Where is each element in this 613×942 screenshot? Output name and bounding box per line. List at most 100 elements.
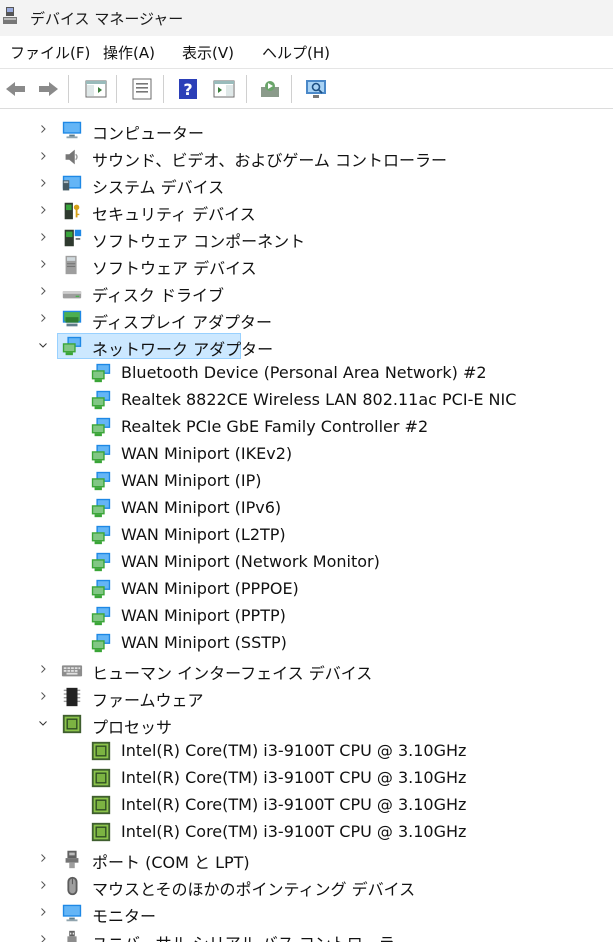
tree-category-label: ソフトウェア デバイス — [92, 259, 257, 278]
tree-device[interactable]: WAN Miniport (PPPOE) — [0, 576, 613, 603]
menu-view[interactable]: 表示(V) — [182, 42, 234, 63]
expand-chevron-icon[interactable] — [37, 229, 49, 245]
monitor-icon — [62, 904, 82, 922]
expand-chevron-icon[interactable] — [37, 661, 49, 677]
tree-category[interactable]: システム デバイス — [0, 171, 613, 198]
tree-category[interactable]: ユニバーサル シリアル バス コントローラー — [0, 927, 613, 942]
toolbar-separator — [246, 75, 247, 103]
network-adapter-icon — [91, 390, 111, 410]
properties-icon[interactable] — [130, 77, 154, 101]
tree-category[interactable]: セキュリティ デバイス — [0, 198, 613, 225]
device-tree: コンピューターサウンド、ビデオ、およびゲーム コントローラー システム デバイスセ… — [0, 117, 613, 942]
tree-category-label: サウンド、ビデオ、およびゲーム コントローラー — [92, 151, 448, 170]
tree-category[interactable]: モニター — [0, 900, 613, 927]
tree-device[interactable]: WAN Miniport (L2TP) — [0, 522, 613, 549]
tree-device[interactable]: Intel(R) Core(TM) i3-9100T CPU @ 3.10GHz — [0, 738, 613, 765]
network-adapter-icon — [91, 498, 111, 518]
expand-chevron-icon[interactable] — [37, 283, 49, 299]
network-adapter-icon — [91, 363, 111, 383]
disk-drive-icon — [62, 291, 82, 299]
expand-chevron-icon[interactable] — [37, 202, 49, 218]
security-key-icon — [64, 202, 80, 220]
tree-device[interactable]: WAN Miniport (PPTP) — [0, 603, 613, 630]
expand-chevron-icon[interactable] — [37, 931, 49, 942]
tree-device[interactable]: WAN Miniport (IP) — [0, 468, 613, 495]
tree-device-label: WAN Miniport (IP) — [121, 471, 262, 490]
tree-category-label: ユニバーサル シリアル バス コントローラー — [92, 930, 411, 942]
tree-device-label: WAN Miniport (L2TP) — [121, 525, 286, 544]
tree-device-label: WAN Miniport (PPTP) — [121, 606, 286, 625]
display-adapter-icon — [62, 310, 82, 327]
expand-chevron-icon[interactable] — [37, 256, 49, 272]
mouse-icon — [67, 876, 78, 896]
tree-category-label: ディスプレイ アダプター — [92, 313, 272, 332]
tree-category[interactable]: ディスク ドライブ — [0, 279, 613, 306]
scan-hardware-changes-icon[interactable] — [304, 77, 328, 101]
tree-device-label: WAN Miniport (IPv6) — [121, 498, 282, 517]
software-device-icon — [65, 255, 77, 275]
processor-icon — [91, 795, 111, 815]
expand-chevron-icon[interactable] — [37, 688, 49, 704]
tree-device-label: Bluetooth Device (Personal Area Network)… — [121, 363, 487, 382]
help-icon[interactable]: ? — [176, 77, 200, 101]
tree-category[interactable]: ネットワーク アダプター — [0, 333, 613, 360]
collapse-chevron-icon[interactable] — [37, 337, 49, 353]
system-devices-icon — [62, 175, 82, 191]
tree-device[interactable]: Realtek 8822CE Wireless LAN 802.11ac PCI… — [0, 387, 613, 414]
tree-category-label: ファームウェア — [92, 691, 204, 710]
network-adapter-icon — [91, 471, 111, 491]
forward-arrow-icon[interactable] — [36, 77, 60, 101]
expand-chevron-icon[interactable] — [37, 904, 49, 920]
expand-chevron-icon[interactable] — [37, 310, 49, 326]
expand-chevron-icon[interactable] — [37, 121, 49, 137]
expand-chevron-icon[interactable] — [37, 850, 49, 866]
tree-category[interactable]: ポート (COM と LPT) — [0, 846, 613, 873]
tree-category-label: ヒューマン インターフェイス デバイス — [92, 664, 373, 683]
tree-device[interactable]: Realtek PCIe GbE Family Controller #2 — [0, 414, 613, 441]
svg-text:?: ? — [183, 80, 192, 99]
show-hide-console-tree-icon[interactable] — [84, 77, 108, 101]
tree-category[interactable]: コンピューター — [0, 117, 613, 144]
action-pane-icon[interactable] — [212, 77, 236, 101]
tree-category[interactable]: サウンド、ビデオ、およびゲーム コントローラー — [0, 144, 613, 171]
collapse-chevron-icon[interactable] — [37, 715, 49, 731]
tree-device[interactable]: Intel(R) Core(TM) i3-9100T CPU @ 3.10GHz — [0, 792, 613, 819]
tree-category[interactable]: ファームウェア — [0, 684, 613, 711]
tree-category[interactable]: ソフトウェア コンポーネント — [0, 225, 613, 252]
back-arrow-icon[interactable] — [4, 77, 28, 101]
toolbar-separator — [116, 75, 117, 103]
expand-chevron-icon[interactable] — [37, 148, 49, 164]
processor-icon — [91, 741, 111, 761]
menu-file[interactable]: ファイル(F) — [10, 42, 90, 63]
menu-action[interactable]: 操作(A) — [103, 42, 155, 63]
tree-device[interactable]: Bluetooth Device (Personal Area Network)… — [0, 360, 613, 387]
tree-category-label: システム デバイス — [92, 178, 225, 197]
tree-device[interactable]: WAN Miniport (IPv6) — [0, 495, 613, 522]
tree-category[interactable]: ディスプレイ アダプター — [0, 306, 613, 333]
expand-chevron-icon[interactable] — [37, 175, 49, 191]
device-manager-icon — [3, 7, 17, 24]
tree-device[interactable]: WAN Miniport (SSTP) — [0, 630, 613, 657]
menu-help[interactable]: ヘルプ(H) — [262, 42, 330, 63]
tree-device[interactable]: WAN Miniport (Network Monitor) — [0, 549, 613, 576]
tree-device[interactable]: Intel(R) Core(TM) i3-9100T CPU @ 3.10GHz — [0, 765, 613, 792]
tree-device[interactable]: WAN Miniport (IKEv2) — [0, 441, 613, 468]
processor-icon — [91, 768, 111, 788]
tree-category[interactable]: プロセッサ — [0, 711, 613, 738]
network-adapter-icon — [91, 633, 111, 653]
toolbar-separator — [68, 75, 69, 103]
tree-device-label: WAN Miniport (IKEv2) — [121, 444, 293, 463]
network-adapter-icon — [91, 552, 111, 572]
network-adapter-icon — [91, 525, 111, 545]
tree-device-label: Realtek PCIe GbE Family Controller #2 — [121, 417, 429, 436]
expand-chevron-icon[interactable] — [37, 877, 49, 893]
toolbar-separator — [291, 75, 292, 103]
software-component-icon — [64, 229, 82, 247]
update-driver-icon[interactable] — [258, 77, 282, 101]
tree-category-label: ディスク ドライブ — [92, 286, 224, 305]
tree-device[interactable]: Intel(R) Core(TM) i3-9100T CPU @ 3.10GHz — [0, 819, 613, 846]
toolbar-separator — [163, 75, 164, 103]
tree-category[interactable]: ヒューマン インターフェイス デバイス — [0, 657, 613, 684]
tree-category[interactable]: マウスとそのほかのポインティング デバイス — [0, 873, 613, 900]
tree-category[interactable]: ソフトウェア デバイス — [0, 252, 613, 279]
